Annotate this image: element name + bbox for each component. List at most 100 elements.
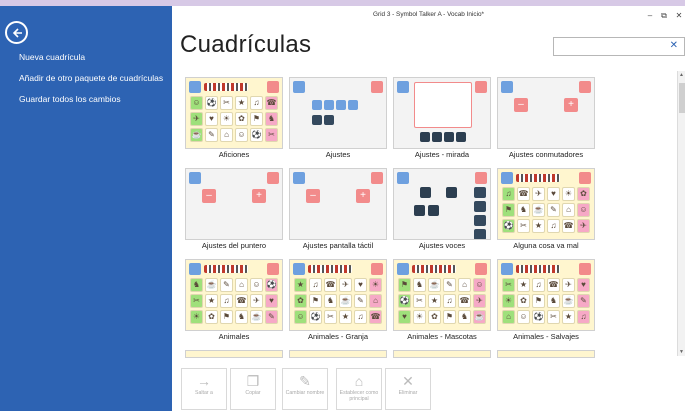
grid-thumbnail[interactable]: ✂ ★ ♫ ☎ ✈ ♥ ☀ ✿ ⚑ ♞ ☕ ✎ ⌂ ☺ ⚽ ✂ ★ ♫ <box>497 259 595 331</box>
grid-thumbnail[interactable] <box>289 77 387 149</box>
grid-thumbnail[interactable]: – + <box>185 168 283 240</box>
symbol-icon: ☎ <box>370 312 381 321</box>
grid-tile[interactable]: ☺ ⚽ ✂ ★ ♫ ☎ ✈ ♥ ☀ ✿ ⚑ ♞ ☕ ✎ ⌂ ☺ ⚽ ✂ Aficiones <box>185 77 283 160</box>
symbol-icon: ☺ <box>579 205 588 214</box>
toolbar-button-delete[interactable]: ✕ Eliminar <box>385 368 431 410</box>
symbol-icon: ☕ <box>533 205 544 214</box>
symbol-cell: ✿ <box>577 187 590 201</box>
grid-thumbnail[interactable]: ★ ♫ ☎ ✈ ♥ ☀ ✿ ⚑ ♞ ☕ ✎ ⌂ ☺ ⚽ ✂ ★ ♫ ☎ <box>289 259 387 331</box>
symbol-icon: ♫ <box>550 221 557 230</box>
grid-tile[interactable]: ★ ♫ ☎ ✈ ♥ ☀ ✿ ⚑ ♞ ☕ ✎ ⌂ ☺ ⚽ ✂ ★ ♫ ☎ Animales - Granja <box>289 259 387 342</box>
minus-icon: – <box>514 98 528 112</box>
toolbar-button-arrow-right[interactable]: → Saltar a <box>181 368 227 410</box>
scrollbar[interactable]: ▲ ▼ <box>677 71 685 356</box>
grid-thumbnail[interactable]: ☺ ⚽ ✂ ★ ♫ ☎ ✈ ♥ ☀ ✿ ⚑ ♞ ☕ ✎ ⌂ ☺ ⚽ ✂ <box>185 77 283 149</box>
scrollbar-thumb[interactable] <box>679 83 685 113</box>
symbol-cell: ☀ <box>502 294 515 308</box>
symbol-icon: ♞ <box>460 312 469 321</box>
restore-button[interactable]: ⧉ <box>656 8 672 24</box>
home-icon <box>501 263 513 275</box>
symbol-icon: ♫ <box>253 98 260 107</box>
sidebar-item-nueva-cuadricula[interactable]: Nueva cuadrícula <box>19 52 85 62</box>
toolbar-button-copy[interactable]: ❐ Copiar <box>230 368 276 410</box>
symbol-cell: ☀ <box>220 112 233 126</box>
grid-thumbnail[interactable] <box>393 77 491 149</box>
symbol-icon: ⌂ <box>566 205 571 214</box>
grid-thumbnail[interactable]: ♞ ☕ ✎ ⌂ ☺ ⚽ ✂ ★ ♫ ☎ ✈ ♥ ☀ ✿ ⚑ ♞ ☕ ✎ <box>185 259 283 331</box>
symbol-cell: ⚽ <box>532 310 545 324</box>
grid-thumbnail[interactable] <box>289 350 387 358</box>
search-input[interactable]: ✕ <box>553 37 685 56</box>
symbol-cell: ✈ <box>577 219 590 233</box>
rename-icon: ✎ <box>299 373 311 389</box>
symbol-icon: ☕ <box>206 280 217 289</box>
grid-thumbnail[interactable] <box>185 350 283 358</box>
symbol-icon: ✿ <box>208 312 215 321</box>
toolbar-button-rename[interactable]: ✎ Cambiar nombre <box>282 368 328 410</box>
settings-icon <box>475 81 487 93</box>
symbol-icon: ✎ <box>446 280 453 289</box>
minus-icon: – <box>306 189 320 203</box>
grid-thumbnail[interactable] <box>497 350 595 358</box>
toolbar-button-home[interactable]: ⌂ Establecer como principal <box>336 368 382 410</box>
close-button[interactable]: ✕ <box>671 8 685 24</box>
back-arrow-icon <box>12 27 22 38</box>
plus-icon: + <box>356 189 370 203</box>
grid-thumbnail[interactable] <box>393 168 491 240</box>
symbol-icon: ♞ <box>549 296 558 305</box>
grid-tile-partial[interactable] <box>289 350 387 358</box>
grid-tile[interactable]: Ajustes - mirada <box>393 77 491 160</box>
grid-thumbnail[interactable]: – + <box>289 168 387 240</box>
back-button[interactable] <box>5 21 28 44</box>
symbol-icon: ♥ <box>358 280 363 289</box>
symbol-cell: ⌂ <box>458 278 471 292</box>
symbol-icon: ☕ <box>191 130 202 139</box>
sidebar-item-guardar-cambios[interactable]: Guardar todos los cambios <box>19 94 121 104</box>
symbol-icon: ⚑ <box>222 312 231 321</box>
grid-tile[interactable]: Ajustes voces <box>393 168 491 251</box>
grid-tile-partial[interactable] <box>185 350 283 358</box>
grid-tile[interactable]: – + Ajustes del puntero <box>185 168 283 251</box>
symbol-cell: ✂ <box>324 310 337 324</box>
symbol-cell: ✿ <box>205 310 218 324</box>
symbol-icon: ☀ <box>371 280 380 289</box>
symbol-icon: ✎ <box>268 312 275 321</box>
symbol-icon: ☀ <box>192 312 201 321</box>
scroll-up-icon[interactable]: ▲ <box>679 72 684 78</box>
clear-search-icon[interactable]: ✕ <box>670 40 678 51</box>
grid-tile[interactable]: ✂ ★ ♫ ☎ ✈ ♥ ☀ ✿ ⚑ ♞ ☕ ✎ ⌂ ☺ ⚽ ✂ ★ ♫ Animales - Salvajes <box>497 259 595 342</box>
symbol-icon: ✎ <box>208 130 215 139</box>
grid-tile[interactable]: – + Ajustes conmutadores <box>497 77 595 160</box>
symbol-icon: ✿ <box>297 296 304 305</box>
message-bar <box>516 174 560 182</box>
symbol-cell: ⚽ <box>502 219 515 233</box>
home-icon <box>397 263 409 275</box>
settings-icon <box>579 172 591 184</box>
symbol-icon: ✈ <box>342 280 349 289</box>
grid-thumbnail[interactable]: – + <box>497 77 595 149</box>
settings-icon <box>371 172 383 184</box>
setting-button <box>336 100 346 110</box>
grid-tile[interactable]: Ajustes <box>289 77 387 160</box>
grid-tile[interactable]: ⚑ ♞ ☕ ✎ ⌂ ☺ ⚽ ✂ ★ ♫ ☎ ✈ ♥ ☀ ✿ ⚑ ♞ ☕ Animales - Mascotas <box>393 259 491 342</box>
sidebar-item-anadir-paquete[interactable]: Añadir de otro paquete de cuadrículas <box>19 73 163 83</box>
symbol-cell: ⌂ <box>235 278 248 292</box>
symbol-icon: ⚑ <box>445 312 454 321</box>
symbol-icon: ✿ <box>431 312 438 321</box>
grid-tile-partial[interactable] <box>393 350 491 358</box>
symbol-cell: ✎ <box>547 203 560 217</box>
grid-thumbnail[interactable] <box>393 350 491 358</box>
symbol-icon: ☺ <box>475 280 484 289</box>
grid-thumbnail[interactable]: ♫ ☎ ✈ ♥ ☀ ✿ ⚑ ♞ ☕ ✎ ⌂ ☺ ⚽ ✂ ★ ♫ ☎ ✈ <box>497 168 595 240</box>
grid-tile[interactable]: ♞ ☕ ✎ ⌂ ☺ ⚽ ✂ ★ ♫ ☎ ✈ ♥ ☀ ✿ ⚑ ♞ ☕ ✎ Animales <box>185 259 283 342</box>
symbol-cell: ☺ <box>250 278 263 292</box>
symbol-icon: ♥ <box>581 280 586 289</box>
scroll-down-icon[interactable]: ▼ <box>679 349 684 355</box>
message-bar <box>204 83 248 91</box>
window-titlebar: Grid 3 - Symbol Talker A - Vocab Inicio*… <box>172 6 685 28</box>
grid-thumbnail[interactable]: ⚑ ♞ ☕ ✎ ⌂ ☺ ⚽ ✂ ★ ♫ ☎ ✈ ♥ ☀ ✿ ⚑ ♞ ☕ <box>393 259 491 331</box>
grid-tile-partial[interactable] <box>497 350 595 358</box>
grid-tile[interactable]: – + Ajustes pantalla táctil <box>289 168 387 251</box>
grid-tile[interactable]: ♫ ☎ ✈ ♥ ☀ ✿ ⚑ ♞ ☕ ✎ ⌂ ☺ ⚽ ✂ ★ ♫ ☎ ✈ Alguna cosa va mal <box>497 168 595 251</box>
symbol-icon: ✎ <box>550 205 557 214</box>
